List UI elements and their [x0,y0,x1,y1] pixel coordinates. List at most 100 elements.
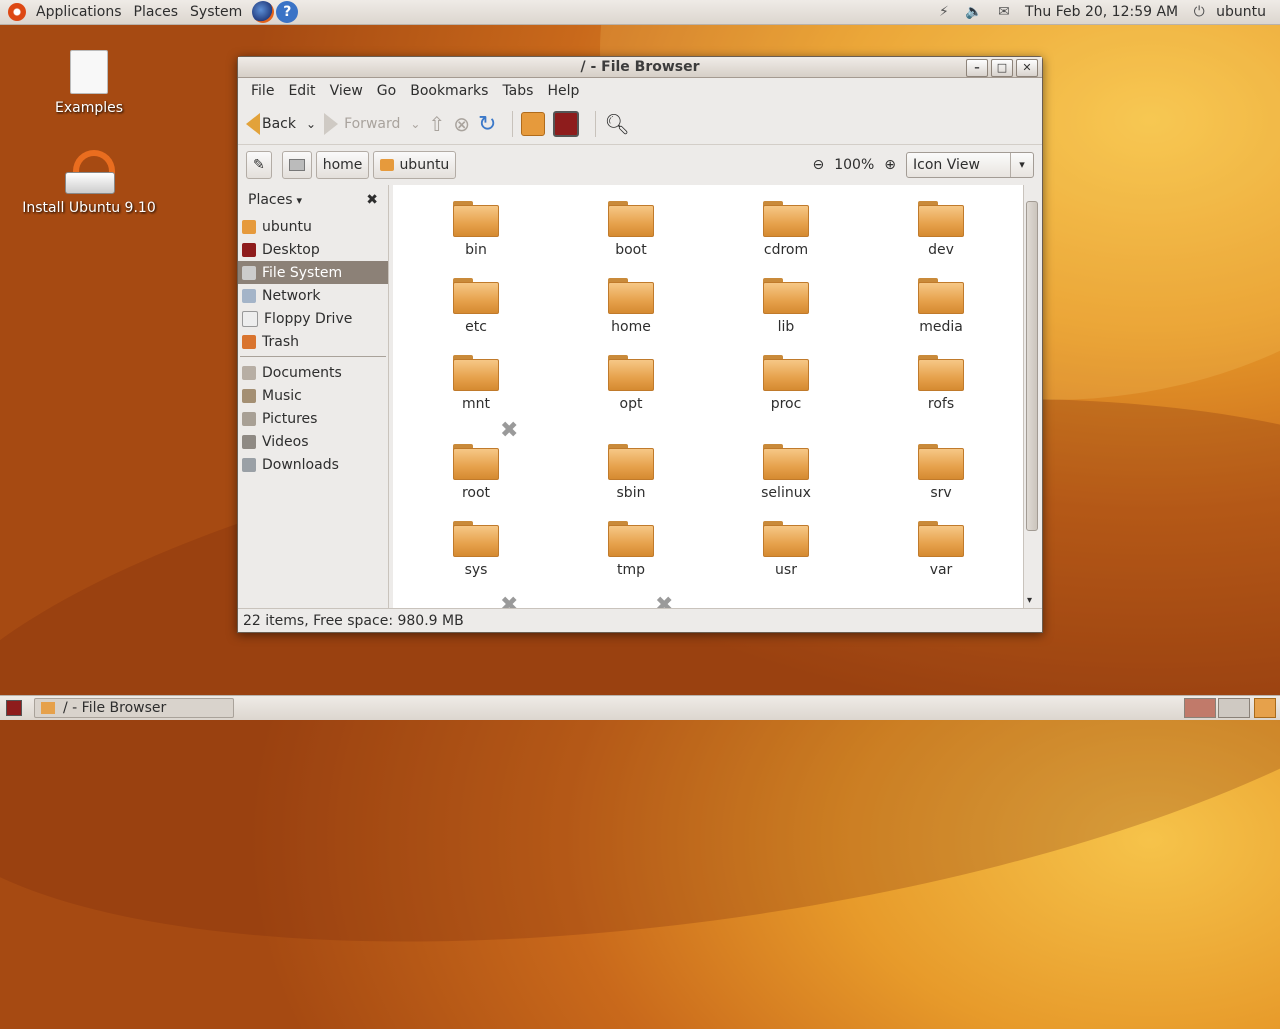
sidebar-item-videos[interactable]: Videos [238,430,388,453]
places-menu[interactable]: Places [128,0,185,24]
sidebar-item-documents[interactable]: Documents [238,361,388,384]
view-mode-select[interactable]: Icon View ▾ [906,152,1034,178]
folder-item-boot[interactable]: boot [571,201,691,258]
status-bar: 22 items, Free space: 980.9 MB [238,608,1042,632]
maximize-button[interactable]: □ [991,59,1013,77]
folder-icon [608,201,654,237]
folder-item-home[interactable]: home [571,278,691,335]
forward-button[interactable]: Forward ⌄ [324,113,420,135]
folder-item-selinux[interactable]: selinux [726,444,846,501]
close-button[interactable]: ✕ [1016,59,1038,77]
reload-button[interactable]: ↻ [478,112,496,137]
folder-item-cdrom[interactable]: cdrom [726,201,846,258]
sidebar-item-label: Documents [262,364,342,381]
folder-item-proc[interactable]: proc [726,355,846,412]
mail-icon[interactable]: ✉ [993,4,1015,20]
icon-view[interactable]: bin boot cdrom dev etc home lib media mnt opt proc… [393,185,1023,608]
show-desktop-icon[interactable] [6,700,22,716]
folder-item-tmp[interactable]: tmp [571,521,691,578]
zoom-out-icon[interactable]: ⊖ [813,157,825,173]
zoom-in-icon[interactable]: ⊕ [884,157,896,173]
user-menu[interactable]: ubuntu [1210,0,1280,24]
menu-go[interactable]: Go [370,83,403,99]
workspace-2[interactable] [1218,698,1250,718]
sidebar-item-floppy-drive[interactable]: Floppy Drive [238,307,388,330]
forward-history-chevron-icon[interactable]: ⌄ [410,117,420,131]
menu-help[interactable]: Help [540,83,586,99]
sidebar-item-desktop[interactable]: Desktop [238,238,388,261]
chevron-down-icon[interactable]: ▾ [297,194,303,207]
volume-icon[interactable]: 🔈 [963,4,985,20]
help-icon[interactable]: ? [276,1,299,23]
titlebar[interactable]: / - File Browser – □ ✕ [238,57,1042,78]
sidebar-item-music[interactable]: Music [238,384,388,407]
crumb-ubuntu-button[interactable]: ubuntu [373,151,457,179]
folder-item-etc[interactable]: etc [416,278,536,335]
back-button[interactable]: Back ⌄ [246,113,316,135]
system-menu[interactable]: System [184,0,248,24]
music-folder-icon [242,388,256,403]
back-history-chevron-icon[interactable]: ⌄ [306,117,316,131]
folder-icon [763,521,809,557]
home-button[interactable] [521,112,546,136]
workspace-1[interactable] [1184,698,1216,718]
scroll-down-chevron-icon[interactable]: ▾ [1027,595,1032,606]
folder-item-lib[interactable]: lib [726,278,846,335]
menu-bookmarks[interactable]: Bookmarks [403,83,495,99]
crumb-home-button[interactable]: home [315,151,370,179]
firefox-icon[interactable] [252,1,275,23]
folder-label: sbin [616,485,646,501]
sidebar-item-file-system[interactable]: File System [238,261,388,284]
stop-button[interactable]: ⊗ [453,112,470,136]
folder-item-media[interactable]: media [881,278,1001,335]
menu-file[interactable]: File [244,83,281,99]
desktop-icon-install-ubuntu[interactable]: Install Ubuntu 9.10 [19,150,159,216]
trash-icon[interactable] [1254,698,1276,718]
desktop-icon-examples[interactable]: Examples [19,50,159,116]
sidebar-item-network[interactable]: Network [238,284,388,307]
folder-label: dev [928,242,954,258]
network-icon[interactable]: ⚡ [933,4,955,20]
taskbar-item-file-browser[interactable]: / - File Browser [34,698,234,718]
power-icon[interactable]: ⏻ [1188,4,1210,20]
clock[interactable]: Thu Feb 20, 12:59 AM [1019,0,1184,24]
menu-view[interactable]: View [323,83,370,99]
folder-item-bin[interactable]: bin [416,201,536,258]
folder-item-usr[interactable]: usr [726,521,846,578]
toggle-location-entry-button[interactable]: ✎ [246,151,272,179]
folder-icon [918,444,964,480]
scrollbar-thumb[interactable] [1026,201,1038,531]
zoom-level[interactable]: 100% [834,157,874,173]
applications-menu[interactable]: Applications [30,0,128,24]
folder-item-dev[interactable]: dev [881,201,1001,258]
menu-tabs[interactable]: Tabs [495,83,540,99]
sidebar-item-ubuntu[interactable]: ubuntu [238,215,388,238]
folder-item-mnt[interactable]: mnt [416,355,536,412]
up-button[interactable]: ⇧ [428,112,445,136]
folder-item-opt[interactable]: opt [571,355,691,412]
pictures-folder-icon [242,411,256,426]
sidebar-item-label: Videos [262,433,309,450]
menu-edit[interactable]: Edit [281,83,322,99]
minimize-button[interactable]: – [966,59,988,77]
sidebar-mode-select[interactable]: Places [248,192,293,208]
sidebar-item-pictures[interactable]: Pictures [238,407,388,430]
sidebar-item-trash[interactable]: Trash [238,330,388,353]
reload-icon: ↻ [477,111,497,137]
folder-item-srv[interactable]: srv [881,444,1001,501]
folder-icon [453,201,499,237]
folder-item-var[interactable]: var [881,521,1001,578]
close-sidebar-icon[interactable]: ✖ [366,192,378,208]
folder-item-root[interactable]: root ✖ [416,418,536,501]
ubuntu-logo-icon[interactable] [8,3,26,21]
computer-button[interactable] [553,111,580,137]
vertical-scrollbar[interactable]: ▾ [1023,185,1040,608]
folder-item-rofs[interactable]: rofs [881,355,1001,412]
sidebar-item-downloads[interactable]: Downloads [238,453,388,476]
window-title: / - File Browser [580,59,700,75]
crumb-root-button[interactable] [281,151,312,179]
folder-item-sys[interactable]: sys [416,521,536,578]
menubar: File Edit View Go Bookmarks Tabs Help [238,78,1042,104]
folder-item-sbin[interactable]: sbin [571,444,691,501]
search-button[interactable]: 🔍︎ [604,112,629,136]
